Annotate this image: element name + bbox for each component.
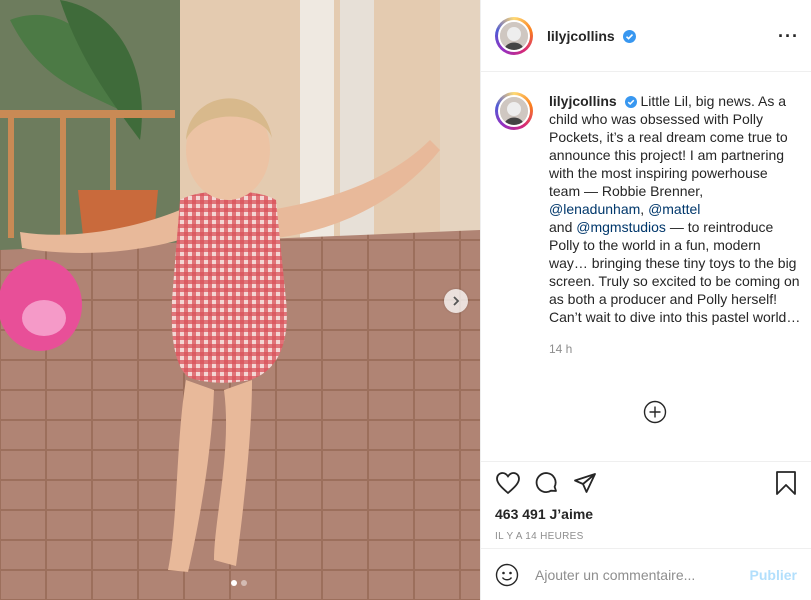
caption-and: and: [549, 219, 573, 235]
photo-scene: [0, 0, 480, 600]
comment-input[interactable]: [533, 565, 750, 584]
save-button[interactable]: [775, 470, 797, 496]
chevron-right-icon: [453, 296, 460, 306]
action-icons: [495, 468, 797, 498]
caption-avatar[interactable]: [495, 92, 533, 130]
comment-button[interactable]: [535, 471, 559, 495]
caption-username[interactable]: lilyjcollins: [549, 93, 617, 109]
post-age[interactable]: IL Y A 14 HEURES: [495, 531, 797, 542]
verified-badge-icon: [624, 96, 637, 109]
share-icon: [574, 473, 596, 493]
next-photo-button[interactable]: [444, 289, 468, 313]
like-button[interactable]: [495, 471, 521, 495]
avatar-image: [498, 19, 530, 52]
carousel-dot-active: [231, 580, 237, 586]
caption-timestamp: 14 h: [549, 342, 573, 356]
load-more-comments-button[interactable]: [643, 400, 667, 424]
plus-circle-icon: [643, 400, 667, 424]
verified-badge-icon: [622, 30, 636, 44]
username-link[interactable]: lilyjcollins: [547, 28, 636, 44]
share-button[interactable]: [573, 471, 597, 495]
avatar-image: [498, 95, 530, 127]
carousel-indicator: [231, 580, 247, 586]
post-header: lilyjcollins ···: [481, 0, 811, 72]
instagram-post: lilyjcollins ··· lilyjcollins Little Lil…: [0, 0, 811, 600]
emoji-icon: [495, 563, 519, 586]
heart-icon: [496, 472, 520, 495]
carousel-dot: [241, 580, 247, 586]
bookmark-icon: [776, 471, 796, 495]
caption-text: lilyjcollins Little Lil, big news. As a …: [549, 92, 801, 358]
comment-bar: Publier: [481, 548, 811, 600]
username-text: lilyjcollins: [547, 27, 615, 44]
caption-block: lilyjcollins Little Lil, big news. As a …: [495, 92, 801, 358]
like-count[interactable]: 463 491 J’aime: [495, 506, 797, 522]
caption-separator: ,: [640, 201, 645, 217]
mention-mattel[interactable]: @mattel: [648, 201, 700, 217]
post-sidebar: lilyjcollins ··· lilyjcollins Little Lil…: [480, 0, 811, 600]
emoji-button[interactable]: [495, 563, 519, 587]
comment-icon: [535, 472, 557, 493]
mention-lenadunham[interactable]: @lenadunham: [549, 201, 640, 217]
post-photo[interactable]: [0, 0, 480, 600]
publish-button[interactable]: Publier: [750, 567, 797, 583]
avatar[interactable]: [495, 16, 533, 55]
more-options-icon[interactable]: ···: [778, 27, 799, 45]
post-actions: 463 491 J’aime IL Y A 14 HEURES: [481, 461, 811, 549]
mention-mgmstudios[interactable]: @mgmstudios: [576, 219, 666, 235]
